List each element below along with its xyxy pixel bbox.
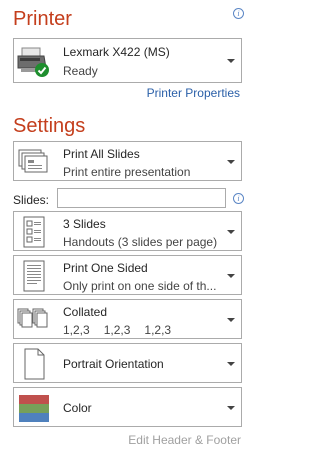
chevron-down-icon [227,59,235,63]
print-range-title: Print All Slides [63,147,140,161]
slides-label: Slides: [13,193,50,207]
settings-heading: Settings [13,115,86,137]
chevron-down-icon [227,406,235,410]
printer-heading: Printer [13,8,72,30]
layout-title: 3 Slides [63,217,106,231]
collation-dropdown[interactable]: Collated 1,2,3 1,2,3 1,2,3 [13,299,242,339]
color-swatch-icon [17,391,51,425]
sides-subtitle: Only print on one side of th... [63,279,217,293]
sides-title: Print One Sided [63,261,148,275]
chevron-down-icon [227,318,235,322]
printer-dropdown[interactable]: Lexmark X422 (MS) Ready [13,38,242,83]
orientation-dropdown[interactable]: Portrait Orientation [13,343,242,383]
collation-title: Collated [63,305,108,319]
chevron-down-icon [227,160,235,164]
color-dropdown[interactable]: Color [13,387,242,427]
handout-icon [17,215,51,249]
printer-info-icon[interactable]: i [233,8,244,19]
color-title: Color [63,401,92,415]
printer-properties-link[interactable]: Printer Properties [147,86,240,100]
printer-icon [17,46,51,80]
chevron-down-icon [227,230,235,234]
print-range-subtitle: Print entire presentation [63,165,191,179]
one-sided-icon [17,259,51,293]
slides-input[interactable] [57,188,226,208]
chevron-down-icon [227,274,235,278]
collation-order-2: 1,2,3 [103,323,131,337]
printer-status: Ready [63,64,98,78]
collate-icon [17,303,51,337]
edit-header-footer-link[interactable]: Edit Header & Footer [128,433,241,447]
slides-info-icon[interactable]: i [233,193,244,204]
slides-icon [17,145,51,179]
layout-subtitle: Handouts (3 slides per page) [63,235,218,249]
collation-order-1: 1,2,3 [63,323,90,337]
print-range-dropdown[interactable]: Print All Slides Print entire presentati… [13,141,242,181]
sides-dropdown[interactable]: Print One Sided Only print on one side o… [13,255,242,295]
check-icon [35,63,49,77]
collation-order: 1,2,3 1,2,3 1,2,3 [63,323,221,337]
layout-dropdown[interactable]: 3 Slides Handouts (3 slides per page) [13,211,242,251]
chevron-down-icon [227,362,235,366]
printer-name: Lexmark X422 (MS) [63,45,170,59]
collation-order-3: 1,2,3 [144,323,172,337]
orientation-title: Portrait Orientation [63,357,164,371]
portrait-icon [17,347,51,381]
